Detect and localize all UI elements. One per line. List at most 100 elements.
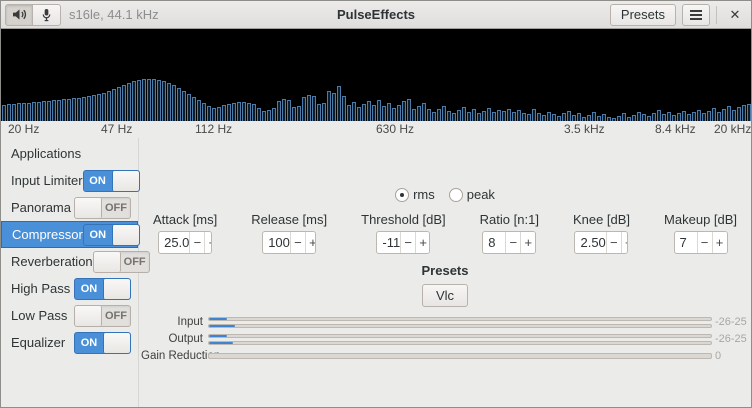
threshold-db-spinbutton: -11−+ xyxy=(376,231,430,254)
spectrum-bar xyxy=(332,93,336,121)
rms-radio[interactable]: rms xyxy=(395,187,435,202)
toggle-low-pass[interactable]: OFF xyxy=(74,305,131,327)
sidebar-item-panorama[interactable]: Panorama OFF xyxy=(1,194,138,221)
spectrum-bar xyxy=(187,94,191,121)
increment-button[interactable]: + xyxy=(204,232,212,253)
spectrum-bar xyxy=(27,103,31,121)
sidebar-item-low-pass[interactable]: Low PassOFF xyxy=(1,302,138,329)
knee-db-spinbutton: 2.50−+ xyxy=(574,231,628,254)
output-device-button[interactable] xyxy=(5,4,33,26)
decrement-button[interactable]: − xyxy=(697,232,712,253)
spin-value[interactable]: 100 xyxy=(263,232,290,253)
input-device-button[interactable] xyxy=(33,4,61,26)
spin-value[interactable]: 7 xyxy=(675,232,697,253)
increment-button[interactable]: + xyxy=(415,232,430,253)
spectrum-bar xyxy=(637,112,641,121)
spectrum-bar xyxy=(192,97,196,121)
increment-button[interactable]: + xyxy=(520,232,535,253)
decrement-button[interactable]: − xyxy=(505,232,520,253)
frequency-scale: 20 Hz47 Hz112 Hz630 Hz3.5 kHz8.4 kHz20 k… xyxy=(1,121,751,138)
toggle-state-label: ON xyxy=(84,171,112,191)
decrement-button[interactable]: − xyxy=(606,232,621,253)
toggle-input-limiter[interactable]: ON xyxy=(83,170,140,192)
increment-button[interactable]: + xyxy=(621,232,629,253)
meter-bars xyxy=(208,353,712,359)
decrement-button[interactable]: − xyxy=(189,232,204,253)
spectrum-bar xyxy=(337,86,341,121)
spectrum-bar xyxy=(77,98,81,121)
spectrum-bar xyxy=(522,113,526,121)
release-ms-spinbutton: 100−+ xyxy=(262,231,316,254)
spectrum-bar xyxy=(17,103,21,121)
rms-radio-label: rms xyxy=(413,187,435,202)
toggle-equalizer[interactable]: ON xyxy=(74,332,131,354)
spectrum-bar xyxy=(157,80,161,121)
spectrum-bar xyxy=(742,105,746,121)
spectrum-bar xyxy=(127,83,131,121)
spectrum-bar xyxy=(602,114,606,121)
toggle-knob xyxy=(103,333,130,353)
spin-value[interactable]: 2.50 xyxy=(575,232,605,253)
spectrum-bar xyxy=(382,106,386,121)
spectrum-bar xyxy=(242,102,246,121)
spectrum-bar xyxy=(652,113,656,121)
spectrum-bar xyxy=(667,112,671,121)
sidebar-item-equalizer[interactable]: EqualizerON xyxy=(1,329,138,356)
spectrum-bar xyxy=(67,99,71,121)
radio-icon xyxy=(395,188,409,202)
increment-button[interactable]: + xyxy=(305,232,316,253)
sidebar-item-label: Panorama xyxy=(11,200,74,215)
level-bar-trough xyxy=(208,353,712,359)
microphone-icon xyxy=(40,8,53,22)
toggle-high-pass[interactable]: ON xyxy=(74,278,131,300)
spectrum-bar xyxy=(322,103,326,121)
meter-values: 0 xyxy=(715,350,750,362)
level-bar-fill xyxy=(209,342,233,344)
spectrum-bar xyxy=(747,104,751,121)
spectrum-bar xyxy=(472,109,476,121)
compressor-panel: rms peak Attack [ms]25.0−+Release [ms]10… xyxy=(139,138,751,407)
sidebar-item-input-limiter[interactable]: Input LimiterON xyxy=(1,167,138,194)
meter-values: -26-25 xyxy=(715,333,750,345)
sidebar-item-label: Low Pass xyxy=(11,308,74,323)
meter-label: Gain Reduction xyxy=(141,350,203,362)
toggle-panorama[interactable]: OFF xyxy=(74,197,131,219)
spectrum-bar xyxy=(592,112,596,121)
spectrum-bar xyxy=(372,105,376,121)
spectrum-bar xyxy=(622,113,626,121)
spectrum-bar xyxy=(702,113,706,121)
spectrum-bar xyxy=(662,114,666,121)
spectrum-bar xyxy=(432,112,436,121)
level-bar-fill xyxy=(209,318,227,320)
decrement-button[interactable]: − xyxy=(400,232,415,253)
spectrum-bar xyxy=(327,91,331,121)
presets-heading: Presets xyxy=(422,263,469,278)
peak-radio[interactable]: peak xyxy=(449,187,495,202)
spectrum-bar xyxy=(717,112,721,121)
sidebar-item-high-pass[interactable]: High PassON xyxy=(1,275,138,302)
presets-button[interactable]: Presets xyxy=(610,4,676,26)
sidebar-item-reverberation[interactable]: ReverberationOFF xyxy=(1,248,138,275)
increment-button[interactable]: + xyxy=(712,232,727,253)
spectrum-bar xyxy=(737,107,741,121)
spectrum-bar xyxy=(347,105,351,121)
spin-value[interactable]: 25.0 xyxy=(159,232,189,253)
spin-value[interactable]: 8 xyxy=(483,232,505,253)
spin-value[interactable]: -11 xyxy=(377,232,400,253)
close-button[interactable]: ✕ xyxy=(723,4,747,26)
menu-button[interactable] xyxy=(682,4,710,26)
spectrum-bar xyxy=(147,79,151,121)
sidebar-item-compressor[interactable]: CompressorON xyxy=(1,221,138,248)
spectrum-bar xyxy=(227,104,231,121)
toggle-state-label: OFF xyxy=(102,198,130,218)
sidebar-item-label: Input Limiter xyxy=(11,173,83,188)
spectrum-bar xyxy=(642,114,646,121)
meter-input: Input-26-25 xyxy=(141,316,750,328)
spectrum-bar xyxy=(437,109,441,121)
toggle-knob xyxy=(112,225,139,245)
toggle-compressor[interactable]: ON xyxy=(83,224,140,246)
decrement-button[interactable]: − xyxy=(290,232,305,253)
param-attack-ms: Attack [ms]25.0−+ xyxy=(153,212,217,254)
preset-vlc-button[interactable]: Vlc xyxy=(422,284,468,307)
spectrum-bar xyxy=(502,111,506,121)
